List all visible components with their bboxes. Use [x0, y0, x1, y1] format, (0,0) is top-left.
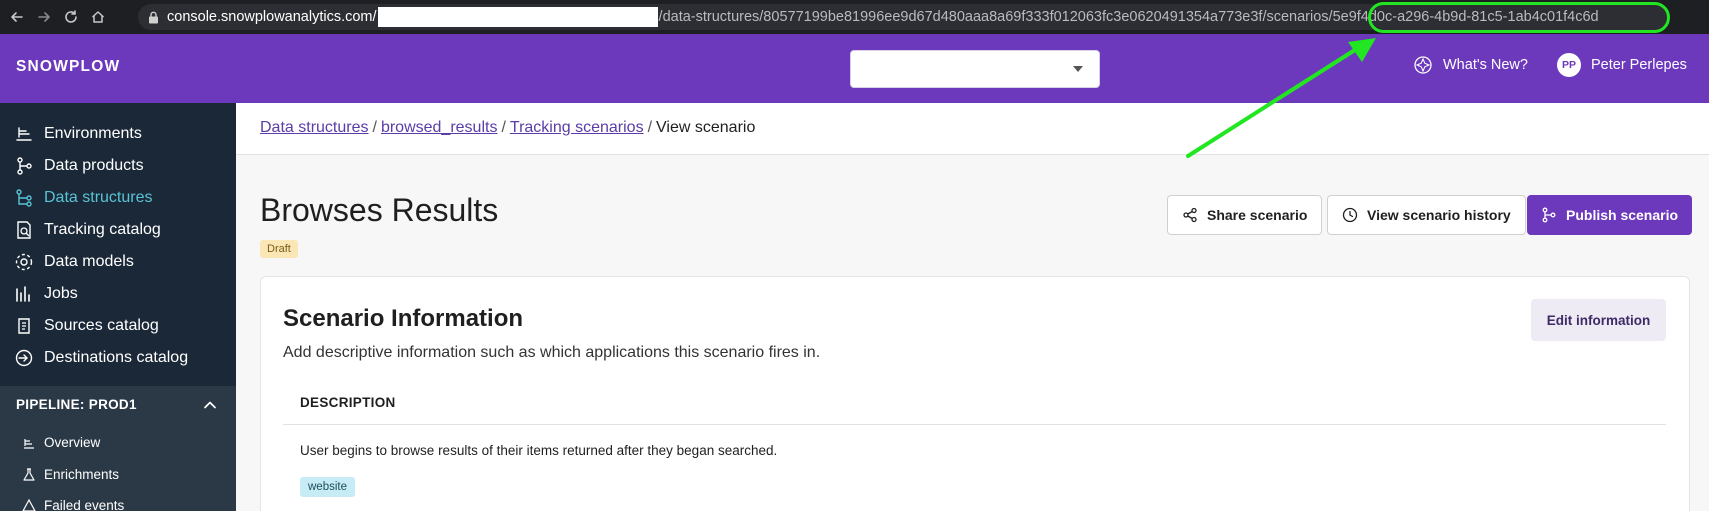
publish-scenario-label: Publish scenario [1566, 207, 1679, 223]
view-scenario-history-label: View scenario history [1367, 207, 1511, 223]
data-models-icon [15, 253, 33, 271]
breadcrumb-separator: / [647, 119, 653, 136]
sidebar-item-jobs[interactable]: Jobs [14, 282, 78, 306]
forward-arrow-icon[interactable] [33, 6, 55, 28]
breadcrumb-link-browsed-results[interactable]: browsed_results [381, 119, 498, 136]
sidebar-item-data-models[interactable]: Data models [14, 250, 134, 274]
user-name: Peter Perlepes [1591, 57, 1687, 73]
environments-icon [16, 127, 32, 141]
reload-icon[interactable] [60, 6, 82, 28]
breadcrumb-separator: / [501, 119, 506, 136]
sidebar-item-label: Tracking catalog [44, 221, 161, 238]
share-scenario-label: Share scenario [1207, 207, 1308, 223]
whats-new-icon [1414, 56, 1432, 74]
whats-new-label: What's New? [1443, 57, 1528, 73]
jobs-icon [16, 286, 30, 302]
url-slash: / [372, 9, 377, 25]
breadcrumb-current: View scenario [656, 119, 756, 136]
pipeline-title: PIPELINE: PROD1 [16, 397, 137, 412]
share-scenario-button[interactable]: Share scenario [1167, 195, 1323, 235]
publish-scenario-button[interactable]: Publish scenario [1527, 195, 1693, 235]
url-host: console.snowplowanalytics.com [167, 9, 373, 25]
snowplow-logo[interactable]: SNOWPLOW [16, 58, 120, 76]
lock-icon [149, 11, 158, 23]
status-badge: Draft [260, 240, 298, 258]
sidebar-item-label: Jobs [44, 285, 78, 302]
data-structures-icon [16, 189, 32, 207]
breadcrumb: Data structures / browsed_results / Tracking… [260, 119, 755, 137]
sidebar-item-label: Data structures [44, 189, 153, 206]
sidebar-item-enrichments[interactable]: Enrichments [22, 467, 119, 482]
sidebar-item-label: Destinations catalog [44, 349, 189, 366]
sidebar-item-data-structures[interactable]: Data structures [14, 186, 152, 210]
sidebar-item-tracking-catalog[interactable]: Tracking catalog [14, 218, 161, 242]
redacted-url-segment [377, 7, 658, 27]
share-icon [1183, 207, 1197, 223]
highlight-ring [1368, 2, 1670, 33]
tag-website: website [300, 477, 355, 497]
whats-new-link[interactable]: What's New? [1413, 55, 1528, 75]
organization-select[interactable] [850, 50, 1100, 88]
scenario-information-title: Scenario Information [283, 305, 524, 332]
user-menu[interactable]: PP Peter Perlepes [1557, 53, 1687, 77]
sidebar-item-label: Sources catalog [44, 317, 159, 334]
sources-catalog-icon [18, 318, 30, 334]
breadcrumb-separator: / [372, 119, 377, 136]
app-header: SNOWPLOW What's New? PP Peter Perlepes [0, 34, 1709, 103]
sidebar-item-label: Data products [44, 157, 144, 174]
sidebar-item-label: Failed events [44, 498, 125, 511]
avatar: PP [1557, 53, 1581, 77]
sidebar-item-failed-events[interactable]: Failed events [22, 498, 124, 511]
sidebar-item-label: Data models [44, 253, 134, 270]
description-label: DESCRIPTION [300, 395, 396, 410]
breadcrumb-bar: Data structures / browsed_results / Tracking… [236, 103, 1709, 155]
chevron-down-icon [1073, 66, 1083, 72]
sidebar-item-label: Overview [44, 435, 101, 450]
publish-icon [1542, 207, 1556, 223]
view-scenario-history-button[interactable]: View scenario history [1327, 195, 1526, 235]
back-arrow-icon[interactable] [6, 6, 28, 28]
sidebar-item-environments[interactable]: Environments [14, 122, 142, 146]
edit-information-button[interactable]: Edit information [1531, 299, 1666, 341]
sidebar-item-label: Environments [44, 125, 142, 142]
chevron-up-icon[interactable] [203, 398, 217, 412]
annotation-arrow-icon [1186, 38, 1376, 158]
tracking-catalog-icon [17, 221, 31, 239]
data-products-icon [17, 157, 32, 175]
sidebar-item-data-products[interactable]: Data products [14, 154, 144, 178]
failed-events-icon [22, 498, 36, 511]
home-icon[interactable] [87, 6, 109, 28]
sidebar-item-destinations-catalog[interactable]: Destinations catalog [14, 346, 188, 370]
overview-icon [24, 438, 34, 449]
url-path: /data-structures/80577199be81996ee9d67d4… [658, 9, 1333, 25]
sidebar-item-label: Enrichments [44, 467, 120, 482]
sidebar-item-overview[interactable]: Overview [22, 435, 100, 450]
breadcrumb-link-data-structures[interactable]: Data structures [260, 119, 368, 136]
page-title: Browses Results [260, 192, 499, 228]
destinations-catalog-icon [15, 349, 33, 367]
sidebar-item-sources-catalog[interactable]: Sources catalog [14, 314, 159, 338]
divider [283, 424, 1666, 425]
description-text: User begins to browse results of their i… [300, 443, 778, 458]
enrichments-icon [23, 467, 35, 481]
clock-icon [1342, 207, 1358, 223]
scenario-information-subtitle: Add descriptive information such as whic… [283, 344, 821, 361]
breadcrumb-link-tracking-scenarios[interactable]: Tracking scenarios [510, 119, 644, 136]
